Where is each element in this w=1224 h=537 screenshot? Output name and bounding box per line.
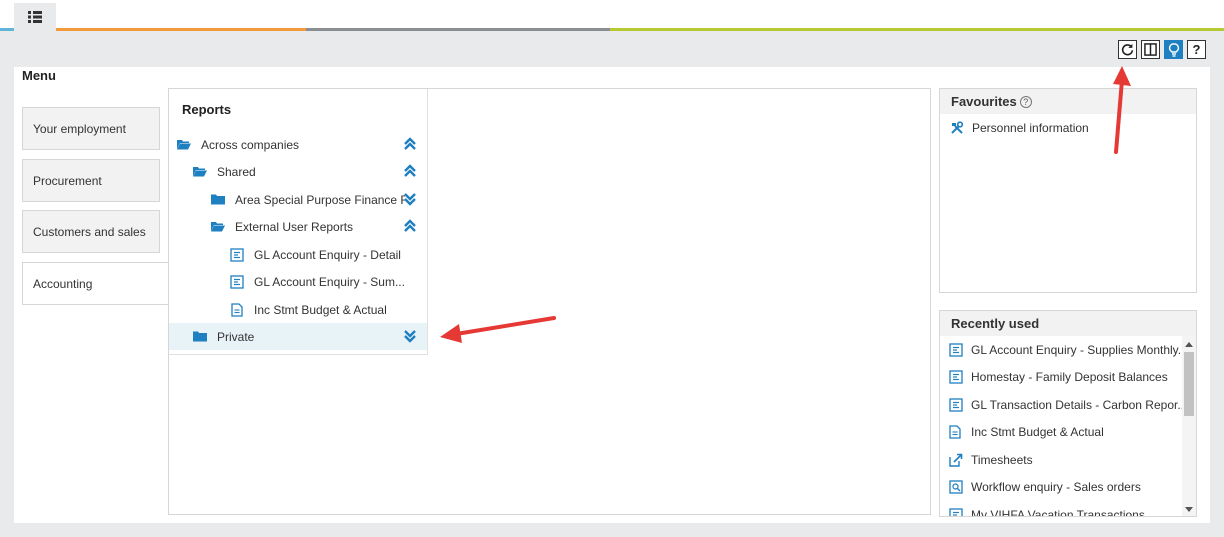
list-icon xyxy=(28,10,42,23)
color-stripe xyxy=(0,28,14,31)
nav-item-label: Accounting xyxy=(33,276,93,291)
nav-item-label: Your employment xyxy=(33,121,126,136)
scroll-down-icon[interactable] xyxy=(1185,507,1193,512)
chevron-double-up-icon[interactable] xyxy=(403,164,417,178)
recent-item[interactable]: My VIHFA Vacation Transactions xyxy=(940,501,1183,517)
document-icon xyxy=(949,425,963,439)
tree-label: Area Special Purpose Finance R... xyxy=(235,192,405,207)
nav-item-label: Procurement xyxy=(33,173,102,188)
tree-folder-shared[interactable]: Shared xyxy=(169,158,427,185)
recent-item[interactable]: Workflow enquiry - Sales orders xyxy=(940,474,1183,502)
tree-report-gl-summary[interactable]: GL Account Enquiry - Sum... xyxy=(169,268,427,295)
menu-tab[interactable] xyxy=(14,3,56,30)
report-icon xyxy=(949,370,963,384)
recent-list: GL Account Enquiry - Supplies Monthly...… xyxy=(940,336,1183,517)
recently-used-header: Recently used xyxy=(940,311,1196,336)
folder-icon xyxy=(193,330,207,344)
recent-label: Timesheets xyxy=(971,452,1033,467)
favourites-header: Favourites ? xyxy=(940,89,1196,114)
scroll-up-icon[interactable] xyxy=(1185,342,1193,347)
scroll-thumb[interactable] xyxy=(1184,352,1194,416)
chevron-double-down-icon[interactable] xyxy=(403,192,417,206)
toolbar: ? xyxy=(1118,40,1206,59)
tree-label: GL Account Enquiry - Detail xyxy=(254,247,401,262)
recent-item[interactable]: Timesheets xyxy=(940,446,1183,474)
tree-label: External User Reports xyxy=(235,219,354,234)
report-icon xyxy=(949,398,963,412)
chevron-double-up-icon[interactable] xyxy=(403,219,417,233)
recent-label: GL Account Enquiry - Supplies Monthly... xyxy=(971,342,1183,357)
report-icon xyxy=(949,343,963,357)
report-icon xyxy=(949,508,963,516)
enquiry-icon xyxy=(949,480,963,494)
recent-item[interactable]: Homestay - Family Deposit Balances xyxy=(940,364,1183,392)
chevron-double-up-icon[interactable] xyxy=(403,137,417,151)
tree-label: Inc Stmt Budget & Actual xyxy=(254,302,387,317)
report-icon xyxy=(230,247,244,262)
reports-tree: Reports Across companies Shared Area Spe… xyxy=(169,89,428,355)
recent-label: GL Transaction Details - Carbon Repor... xyxy=(971,397,1183,412)
color-stripe xyxy=(56,28,306,31)
recent-item[interactable]: Inc Stmt Budget & Actual xyxy=(940,419,1183,447)
tree-report-gl-detail[interactable]: GL Account Enquiry - Detail xyxy=(169,241,427,268)
reports-title: Reports xyxy=(182,102,232,117)
recent-item[interactable]: GL Transaction Details - Carbon Repor... xyxy=(940,391,1183,419)
folder-open-icon xyxy=(193,165,207,179)
document-icon xyxy=(230,302,244,317)
tips-button[interactable] xyxy=(1164,40,1183,59)
color-stripe xyxy=(610,28,1224,31)
columns-icon xyxy=(1144,43,1157,56)
nav-item-procurement[interactable]: Procurement xyxy=(22,159,160,202)
tree-label: GL Account Enquiry - Sum... xyxy=(254,274,405,289)
external-link-icon xyxy=(949,453,963,467)
recent-label: Inc Stmt Budget & Actual xyxy=(971,425,1104,440)
recent-scrollbar[interactable] xyxy=(1182,336,1196,516)
refresh-button[interactable] xyxy=(1118,40,1137,59)
nav-item-customers-and-sales[interactable]: Customers and sales xyxy=(22,210,160,253)
help-circle-icon[interactable]: ? xyxy=(1019,95,1032,108)
favourite-label: Personnel information xyxy=(972,121,1089,135)
refresh-icon xyxy=(1121,43,1134,56)
tools-icon xyxy=(951,121,964,134)
tree-folder-area-special-purpose[interactable]: Area Special Purpose Finance R... xyxy=(169,186,427,213)
folder-open-icon xyxy=(211,220,225,234)
tree-folder-external-user-reports[interactable]: External User Reports xyxy=(169,213,427,240)
folder-icon xyxy=(211,193,225,207)
tree-label: Shared xyxy=(217,164,256,179)
recent-label: My VIHFA Vacation Transactions xyxy=(971,507,1145,517)
nav-item-your-employment[interactable]: Your employment xyxy=(22,107,160,150)
reports-panel: Reports Across companies Shared Area Spe… xyxy=(168,88,931,515)
recent-item[interactable]: GL Account Enquiry - Supplies Monthly... xyxy=(940,336,1183,364)
tree-label: Private xyxy=(217,329,255,344)
recently-used-panel: Recently used GL Account Enquiry - Suppl… xyxy=(939,310,1197,517)
color-stripe xyxy=(306,28,610,31)
tree-label: Across companies xyxy=(201,137,300,152)
nav-item-accounting[interactable]: Accounting xyxy=(22,262,169,305)
report-icon xyxy=(230,274,244,289)
favourites-panel: Favourites ? Personnel information xyxy=(939,88,1197,293)
menu-title: Menu xyxy=(22,68,56,83)
tree-folder-private[interactable]: Private xyxy=(169,323,427,350)
recent-label: Workflow enquiry - Sales orders xyxy=(971,480,1141,495)
top-bar xyxy=(0,0,1224,31)
tree-folder-across-companies[interactable]: Across companies xyxy=(169,131,427,158)
split-view-button[interactable] xyxy=(1141,40,1160,59)
help-button[interactable]: ? xyxy=(1187,40,1206,59)
favourites-title: Favourites xyxy=(951,94,1017,109)
lightbulb-icon xyxy=(1168,42,1179,57)
nav-item-label: Customers and sales xyxy=(33,224,146,239)
favourite-item[interactable]: Personnel information xyxy=(940,114,1196,142)
recent-label: Homestay - Family Deposit Balances xyxy=(971,370,1168,385)
tree-document-inc-stmt[interactable]: Inc Stmt Budget & Actual xyxy=(169,296,427,323)
folder-open-icon xyxy=(177,138,191,152)
chevron-double-down-icon[interactable] xyxy=(403,329,417,343)
